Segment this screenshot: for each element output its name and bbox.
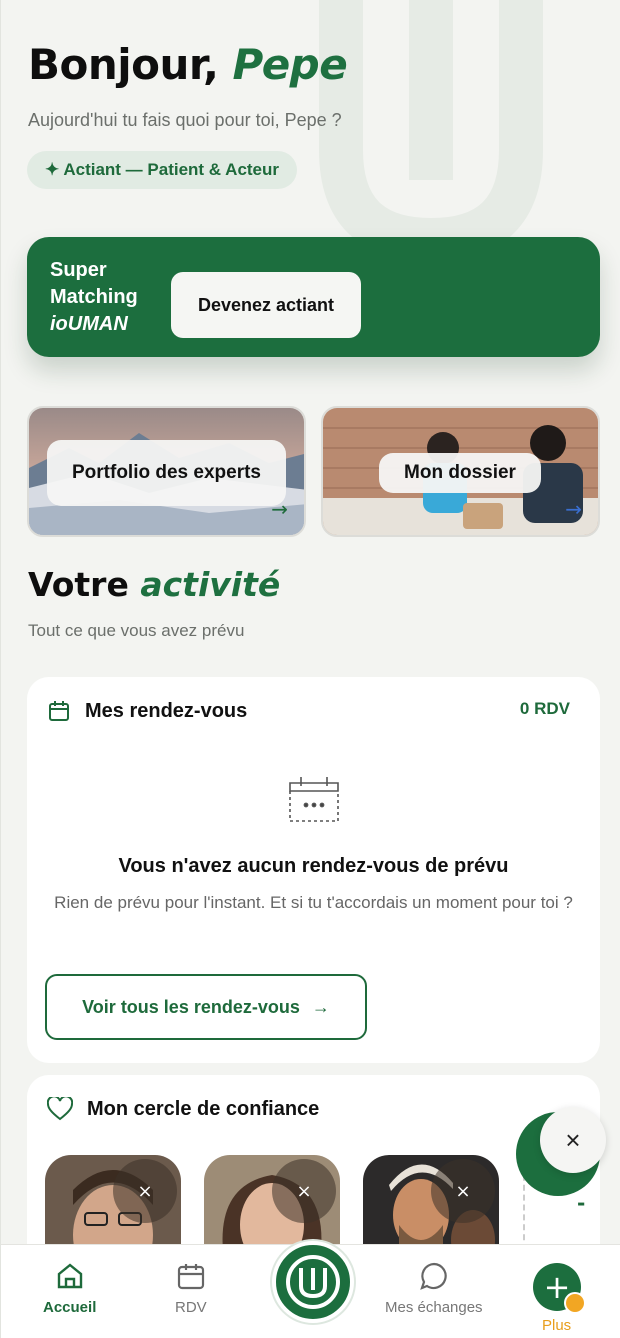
calendar-icon xyxy=(177,1264,204,1290)
cercle-card-header: Mon cercle de confiance xyxy=(47,1097,319,1121)
arrow-right-icon: → xyxy=(311,996,330,1017)
rdv-card-title: Mes rendez-vous xyxy=(85,699,248,722)
chat-bubble-icon xyxy=(419,1262,447,1290)
close-fab-button[interactable]: × xyxy=(540,1107,606,1173)
user-name: Pepe xyxy=(232,40,348,89)
arrow-right-icon: → xyxy=(271,497,288,521)
rendez-vous-card: Mes rendez-vous 0 RDV Vous n'avez aucun … xyxy=(27,677,600,1063)
heart-icon xyxy=(47,1097,73,1121)
nav-label-rdv: RDV xyxy=(175,1299,207,1316)
dossier-label: Mon dossier xyxy=(379,453,541,493)
activity-title-accent: activité xyxy=(140,565,281,604)
activity-title-plain: Votre xyxy=(28,565,129,604)
nav-item-rdv[interactable]: RDV xyxy=(175,1261,207,1316)
remove-contact-button[interactable]: × xyxy=(431,1159,495,1223)
nav-label-plus: Plus xyxy=(542,1317,572,1334)
nav-item-echanges[interactable]: Mes échanges xyxy=(385,1261,483,1316)
greeting-text: Bonjour, xyxy=(28,40,219,89)
app-screen: Bonjour, Pepe Aujourd'hui tu fais quoi p… xyxy=(0,0,620,1338)
rdv-count: 0 RDV xyxy=(519,699,570,718)
voir-tous-rdv-button[interactable]: Voir tous les rendez-vous → xyxy=(45,974,367,1040)
nav-home-logo-button[interactable] xyxy=(272,1241,354,1323)
mon-dossier-tile[interactable]: Mon dossier → xyxy=(321,406,600,537)
calendar-empty-icon xyxy=(289,777,339,822)
bottom-navigation: Accueil RDV Mes échanges + Plus xyxy=(1,1241,620,1338)
devenez-actiant-button[interactable]: Devenez actiant xyxy=(171,272,361,338)
activity-title: Votre activité xyxy=(28,565,280,604)
matching-line1: Super xyxy=(50,259,107,281)
iouman-logo-icon xyxy=(286,1255,340,1309)
nav-label-accueil: Accueil xyxy=(43,1299,97,1316)
super-matching-card[interactable]: Super Matching ioUMAN Devenez actiant xyxy=(27,237,600,357)
nav-item-accueil[interactable]: Accueil xyxy=(43,1261,96,1316)
arrow-right-icon: → xyxy=(565,497,582,521)
remove-contact-button[interactable]: × xyxy=(272,1159,336,1223)
matching-brand: ioUMAN xyxy=(50,313,128,335)
rdv-card-header: Mes rendez-vous xyxy=(47,699,247,723)
calendar-icon xyxy=(49,701,69,721)
cercle-card-title: Mon cercle de confiance xyxy=(87,1097,320,1120)
home-icon xyxy=(57,1263,82,1289)
nav-label-echanges: Mes échanges xyxy=(385,1299,483,1316)
portfolio-label: Portfolio des experts xyxy=(47,440,286,506)
page-title: Bonjour, Pepe xyxy=(28,40,348,89)
matching-title: Super Matching ioUMAN xyxy=(50,257,138,338)
bell-notification-icon xyxy=(564,1292,586,1314)
voir-tous-rdv-label: Voir tous les rendez-vous xyxy=(82,996,300,1017)
portfolio-experts-tile[interactable]: Portfolio des experts → xyxy=(27,406,306,537)
matching-line2: Matching xyxy=(50,286,138,308)
add-slot-label: - xyxy=(577,1191,586,1215)
page-subtitle: Aujourd'hui tu fais quoi pour toi, Pepe … xyxy=(28,110,342,130)
empty-state-text: Rien de prévu pour l'instant. Et si tu t… xyxy=(54,893,573,912)
role-chip: ✦ Actiant — Patient & Acteur xyxy=(27,151,298,189)
remove-contact-button[interactable]: × xyxy=(113,1159,177,1223)
activity-subtitle: Tout ce que vous avez prévu xyxy=(28,621,245,640)
empty-state-title: Vous n'avez aucun rendez-vous de prévu xyxy=(118,855,509,877)
